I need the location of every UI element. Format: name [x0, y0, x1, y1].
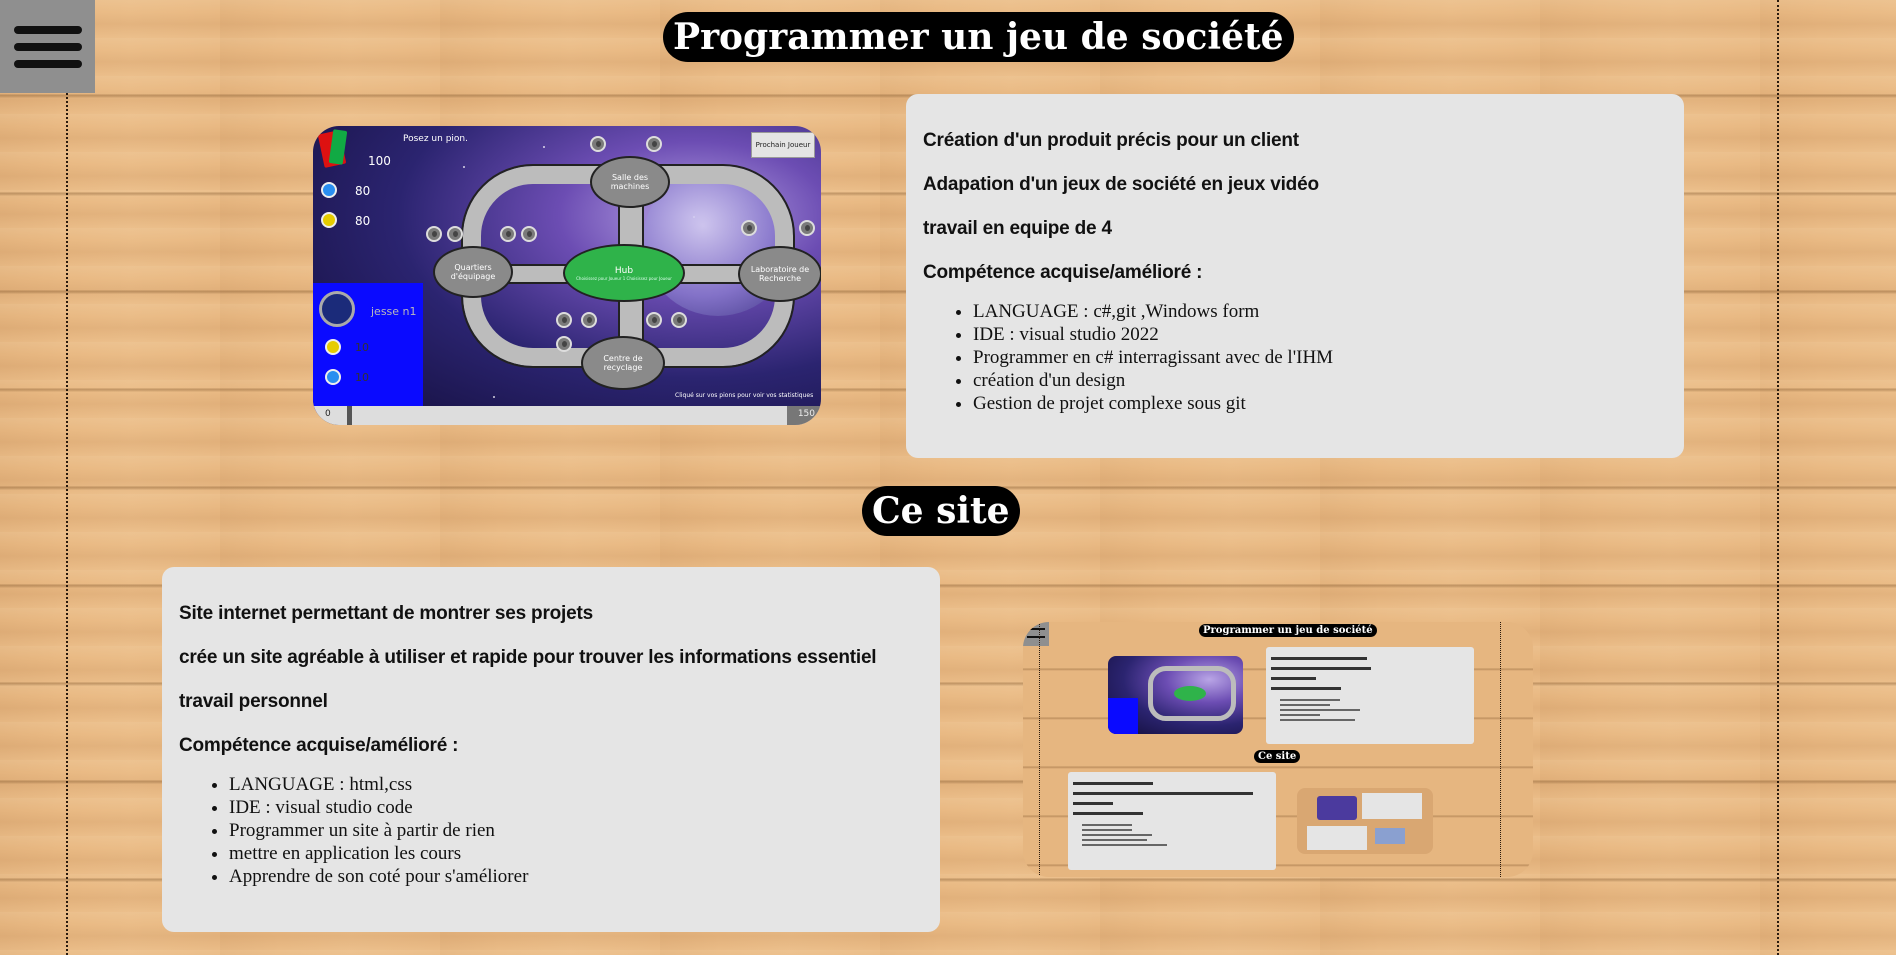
star: [493, 396, 495, 398]
progress-bar: 0 150: [313, 406, 821, 425]
room-laboratoire[interactable]: Laboratoire de Recherche: [738, 246, 821, 302]
hamburger-bar: [13, 59, 82, 68]
project-card-ce-site: Site internet permettant de montrer ses …: [162, 567, 940, 932]
pawn-icon[interactable]: [799, 220, 815, 236]
hint-text: Cliqué sur vos pions pour voir vos stati…: [675, 392, 814, 399]
energy-coin-icon: [321, 212, 337, 228]
pawn-icon[interactable]: [646, 312, 662, 328]
project-title-board-game: Programmer un jeu de société: [663, 12, 1294, 62]
player-avatar: [319, 291, 355, 327]
energy-coin-icon: [325, 339, 341, 355]
description-line: crée un site agréable à utiliser et rapi…: [179, 647, 877, 668]
mini-title-board-game: Programmer un jeu de société: [1199, 624, 1377, 637]
skills-heading: Compétence acquise/amélioré :: [923, 262, 1203, 283]
description-line: travail en equipe de 4: [923, 218, 1112, 239]
project-screenshot-ce-site: Programmer un jeu de société Ce site: [1023, 622, 1533, 877]
skill-item: Programmer en c# interragissant avec de …: [973, 346, 1666, 369]
description-line: Création d'un produit précis pour un cli…: [923, 130, 1299, 151]
project-title-ce-site: Ce site: [862, 486, 1020, 536]
cards-count: 100: [368, 154, 391, 168]
right-dotted-border: [1777, 0, 1779, 955]
mini-dotline: [1500, 622, 1501, 877]
skill-item: Gestion de projet complexe sous git: [973, 392, 1666, 415]
mini-card-ce-site: [1068, 772, 1276, 870]
player-energy: 10: [355, 341, 369, 354]
pawn-icon[interactable]: [581, 312, 597, 328]
progress-left-label: 0: [325, 409, 331, 419]
pawn-icon[interactable]: [500, 226, 516, 242]
status-text: Posez un pion.: [403, 134, 468, 144]
pawn-icon[interactable]: [447, 226, 463, 242]
skill-item: Programmer un site à partir de rien: [229, 819, 922, 842]
room-hub[interactable]: Hub Choisissez pour Joueur 1 Choisissez …: [563, 244, 685, 302]
mini-dotline: [1039, 622, 1040, 877]
pawn-icon[interactable]: [556, 336, 572, 352]
left-dotted-border: [66, 0, 68, 955]
room-centre-recyclage[interactable]: Centre de recyclage: [581, 336, 665, 390]
pawn-icon[interactable]: [741, 220, 757, 236]
skill-item: IDE : visual studio 2022: [973, 323, 1666, 346]
hub-subtext: Choisissez pour Joueur 1 Choisissez pour…: [576, 275, 672, 281]
menu-button[interactable]: [0, 0, 95, 93]
skill-item: LANGUAGE : html,css: [229, 773, 922, 796]
star: [463, 166, 465, 168]
description-line: travail personnel: [179, 691, 328, 712]
mini-menu-icon: [1023, 622, 1049, 646]
player-name: jesse n1: [371, 305, 417, 318]
energy-count: 80: [355, 214, 371, 228]
water-count: 80: [355, 184, 371, 198]
skill-item: LANGUAGE : c#,git ,Windows form: [973, 300, 1666, 323]
hamburger-menu-icon: [13, 25, 82, 34]
mini-game-screenshot: [1108, 656, 1243, 734]
mini-card-board-game: [1266, 647, 1474, 744]
player-water: 10: [355, 371, 369, 384]
mini-title-ce-site: Ce site: [1254, 750, 1301, 763]
skills-heading: Compétence acquise/amélioré :: [179, 735, 459, 756]
pawn-icon[interactable]: [426, 226, 442, 242]
pawn-icon[interactable]: [556, 312, 572, 328]
pawn-icon[interactable]: [590, 136, 606, 152]
progress-right-label: 150: [797, 409, 815, 419]
skill-item: création d'un design: [973, 369, 1666, 392]
pawn-icon[interactable]: [671, 312, 687, 328]
next-player-button[interactable]: Prochain Joueur: [751, 132, 815, 158]
room-salle-des-machines[interactable]: Salle des machines: [590, 156, 670, 208]
skills-list: LANGUAGE : c#,git ,Windows form IDE : vi…: [923, 300, 1666, 415]
skills-list: LANGUAGE : html,css IDE : visual studio …: [179, 773, 922, 888]
star: [543, 146, 545, 148]
water-drop-icon: [321, 182, 337, 198]
description-line: Adapation d'un jeux de société en jeux v…: [923, 174, 1319, 195]
skill-item: Apprendre de son coté pour s'améliorer: [229, 865, 922, 888]
hamburger-bar: [13, 42, 82, 51]
project-card-board-game: Création d'un produit précis pour un cli…: [906, 94, 1684, 458]
water-drop-icon: [325, 369, 341, 385]
skill-item: IDE : visual studio code: [229, 796, 922, 819]
player-panel: jesse n1 10 10: [313, 283, 423, 413]
skill-item: mettre en application les cours: [229, 842, 922, 865]
description-line: Site internet permettant de montrer ses …: [179, 603, 593, 624]
room-quartiers-equipage[interactable]: Quartiers d'équipage: [433, 246, 513, 298]
pawn-icon[interactable]: [646, 136, 662, 152]
mini-nested-preview: [1297, 788, 1433, 854]
pawn-icon[interactable]: [521, 226, 537, 242]
progress-marker: [347, 406, 352, 425]
project-screenshot-board-game: Salle des machines Quartiers d'équipage …: [313, 126, 821, 425]
hub-label: Hub: [614, 265, 634, 276]
